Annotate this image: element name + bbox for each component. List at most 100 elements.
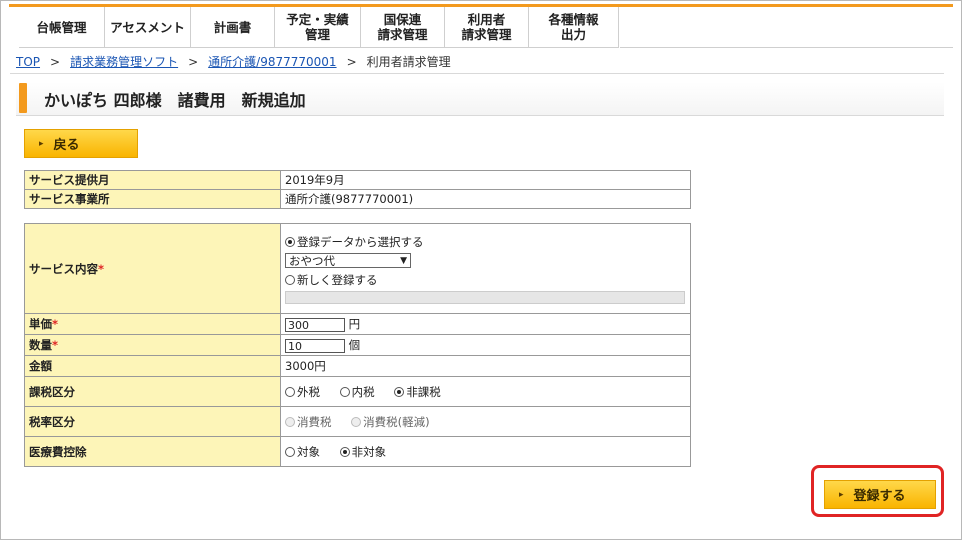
new-item-input-disabled [285,291,685,304]
amount-value: 3000円 [280,355,691,377]
arrow-right-icon: ▸ [39,138,44,149]
quantity-input[interactable]: 10 [285,338,345,353]
radio-unselected-icon [285,386,295,397]
tax-category-label: 課税区分 [24,376,281,407]
nav-schedule-line2: 管理 [304,27,330,42]
radio-selected-icon [339,446,350,457]
nav-plan[interactable]: 計画書 [191,7,275,47]
table-row: 税率区分 消費税 消費税(軽減) [24,406,691,437]
service-item-select-value: おやつ代 [289,253,335,268]
tax-option-inclusive[interactable]: 内税 [339,384,375,400]
chevron-down-icon: ▼ [400,255,407,266]
nav-output-line1: 各種情報 [548,12,599,27]
select-from-data-option[interactable]: 登録データから選択する [285,232,686,251]
breadcrumb-top-link[interactable]: TOP [16,55,40,69]
divider [10,73,944,74]
radio-unselected-icon [339,386,350,397]
register-button[interactable]: ▸ 登録する [824,480,936,509]
breadcrumb-soft-link[interactable]: 請求業務管理ソフト [70,55,178,69]
tax-option-nontaxable[interactable]: 非課税 [394,384,441,400]
tax-option-label: 非課税 [406,384,441,399]
nav-schedule[interactable]: 予定・実績 管理 [275,7,361,47]
medical-option-target[interactable]: 対象 [285,444,320,460]
table-row: 金額 3000円 [24,355,691,377]
unit-price-suffix: 円 [348,317,361,331]
breadcrumb-separator: > [346,55,357,69]
medical-deduction-label: 医療費控除 [24,436,281,467]
entry-form-table: サービス内容* 登録データから選択する おやつ代 ▼ 新しく登録する 単価* 30… [24,223,691,467]
nav-kokuho-line1: 国保連 [383,12,422,27]
table-row: サービス提供月 2019年9月 [24,170,691,190]
register-button-label: 登録する [853,489,906,504]
nav-assessment[interactable]: アセスメント [105,7,191,47]
tax-option-exclusive[interactable]: 外税 [285,384,320,400]
service-month-value: 2019年9月 [280,170,691,190]
nav-menu: 台帳管理 アセスメント 計画書 予定・実績 管理 国保連 請求管理 利用者 請求管理 … [19,7,619,48]
medical-option-nontarget[interactable]: 非対象 [339,444,387,460]
required-mark: * [98,261,105,276]
page-title-bar: かいぽち 四郎様 諸費用 新規追加 [16,82,944,116]
radio-selected-icon [394,386,405,397]
taxrate-option-label: 消費税 [297,414,332,429]
radio-disabled-icon [285,416,295,427]
medical-option-label: 非対象 [351,444,387,459]
nav-output-line2: 出力 [560,27,586,42]
quantity-suffix: 個 [348,338,361,352]
tax-rate-label: 税率区分 [24,406,281,437]
nav-user-billing-line2: 請求管理 [461,27,512,42]
required-mark: * [52,317,59,331]
tax-category-cell: 外税 内税 非課税 [280,376,691,407]
nav-plan-label: 計画書 [213,19,252,35]
service-item-select[interactable]: おやつ代 ▼ [285,253,411,268]
nav-output[interactable]: 各種情報 出力 [529,7,619,47]
taxrate-option-label: 消費税(軽減) [363,414,430,429]
service-content-cell: 登録データから選択する おやつ代 ▼ 新しく登録する [280,223,691,314]
unit-price-header: 単価* [24,313,281,335]
service-office-label: サービス事業所 [24,189,281,209]
breadcrumb-current: 利用者請求管理 [366,55,451,69]
nav-ledger[interactable]: 台帳管理 [19,7,105,47]
unit-price-cell: 300 円 [280,313,691,335]
nav-kokuho-line2: 請求管理 [377,27,428,42]
nav-schedule-label: 予定・実績 管理 [286,12,349,42]
select-from-data-label: 登録データから選択する [297,234,424,249]
nav-output-label: 各種情報 出力 [548,12,598,42]
radio-disabled-icon [351,416,362,427]
top-nav: 台帳管理 アセスメント 計画書 予定・実績 管理 国保連 請求管理 利用者 請求管理 … [9,4,953,48]
nav-user-billing-label: 利用者 請求管理 [461,12,511,42]
nav-user-billing[interactable]: 利用者 請求管理 [445,7,529,47]
register-new-option[interactable]: 新しく登録する [285,270,686,289]
amount-label: 金額 [24,355,281,377]
radio-unselected-icon [285,446,295,457]
arrow-right-icon: ▸ [839,489,844,500]
table-row: 医療費控除 対象 非対象 [24,436,691,467]
register-new-label: 新しく登録する [297,272,378,287]
nav-schedule-line1: 予定・実績 [286,12,349,27]
nav-filler [620,7,953,48]
nav-assessment-label: アセスメント [110,19,185,35]
page-title: かいぽち 四郎様 諸費用 新規追加 [44,91,306,110]
nav-kokuho[interactable]: 国保連 請求管理 [361,7,445,47]
service-month-label: サービス提供月 [24,170,281,190]
back-button[interactable]: ▸ 戻る [24,129,138,158]
unit-price-label: 単価 [29,317,52,331]
quantity-label: 数量 [29,338,52,352]
medical-option-label: 対象 [297,444,320,459]
info-table: サービス提供月 2019年9月 サービス事業所 通所介護(9877770001) [24,170,691,209]
table-row: サービス事業所 通所介護(9877770001) [24,189,691,209]
taxrate-option-reduced: 消費税(軽減) [351,414,430,430]
unit-price-input[interactable]: 300 [285,317,345,332]
breadcrumb-office-link[interactable]: 通所介護/9877770001 [208,55,336,69]
breadcrumb-separator: > [50,55,61,69]
table-row: 課税区分 外税 内税 非課税 [24,376,691,407]
back-button-label: 戻る [53,138,80,153]
tax-option-label: 外税 [297,384,320,399]
service-content-header: サービス内容* [24,223,281,314]
table-row: サービス内容* 登録データから選択する おやつ代 ▼ 新しく登録する [24,223,691,314]
taxrate-option-standard: 消費税 [285,414,332,430]
radio-unselected-icon [285,274,295,285]
tax-rate-cell: 消費税 消費税(軽減) [280,406,691,437]
nav-ledger-label: 台帳管理 [36,19,87,35]
medical-deduction-cell: 対象 非対象 [280,436,691,467]
quantity-header: 数量* [24,334,281,356]
